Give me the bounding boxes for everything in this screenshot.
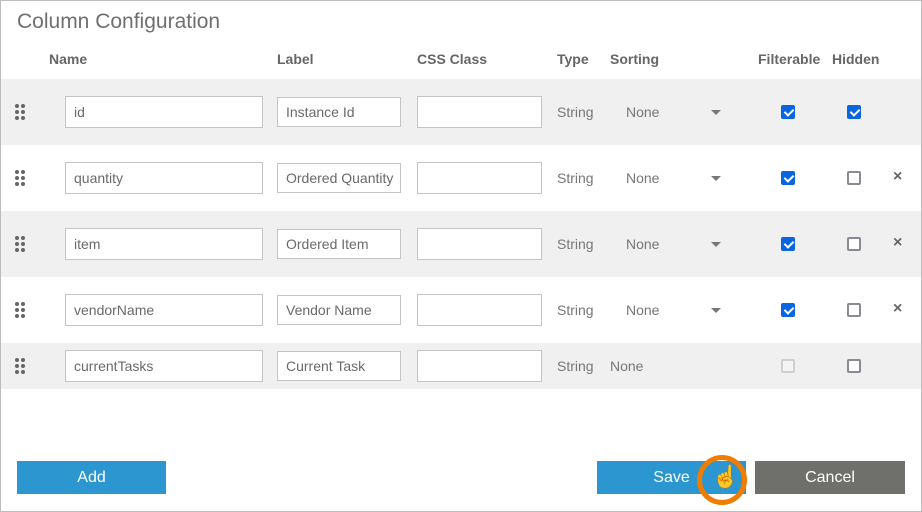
close-icon[interactable]: × xyxy=(893,300,902,318)
cancel-button[interactable]: Cancel xyxy=(755,461,905,494)
css-class-input[interactable] xyxy=(417,294,542,326)
drag-handle-icon[interactable] xyxy=(15,104,25,120)
header-sorting: Sorting xyxy=(610,51,659,67)
css-class-input[interactable] xyxy=(417,162,542,194)
hidden-checkbox[interactable] xyxy=(847,237,861,251)
css-class-input[interactable] xyxy=(417,228,542,260)
hand-cursor-icon: ☝ xyxy=(712,464,740,489)
filterable-checkbox xyxy=(781,359,795,373)
close-icon[interactable]: × xyxy=(893,234,902,252)
table-row: quantity Ordered Quantity String None × xyxy=(1,145,921,211)
chevron-down-icon[interactable] xyxy=(711,308,721,313)
filterable-checkbox[interactable] xyxy=(781,171,795,185)
label-input[interactable]: Ordered Quantity xyxy=(277,163,401,193)
chevron-down-icon[interactable] xyxy=(711,110,721,115)
sorting-select[interactable]: None xyxy=(626,235,659,253)
filterable-checkbox[interactable] xyxy=(781,237,795,251)
label-input[interactable]: Ordered Item xyxy=(277,229,401,259)
drag-handle-icon[interactable] xyxy=(15,358,25,374)
filterable-checkbox[interactable] xyxy=(781,303,795,317)
chevron-down-icon[interactable] xyxy=(711,242,721,247)
label-input[interactable]: Instance Id xyxy=(277,97,401,127)
hidden-checkbox[interactable] xyxy=(847,359,861,373)
css-class-input[interactable] xyxy=(417,350,542,382)
type-value: String xyxy=(557,358,594,374)
type-value: String xyxy=(557,302,594,318)
header-label: Label xyxy=(277,51,314,67)
name-input[interactable]: id xyxy=(65,96,263,128)
sorting-value: None xyxy=(610,358,644,374)
name-input[interactable]: vendorName xyxy=(65,294,263,326)
label-input[interactable]: Vendor Name xyxy=(277,295,401,325)
type-value: String xyxy=(557,236,594,252)
name-input[interactable]: currentTasks xyxy=(65,350,263,382)
filterable-checkbox[interactable] xyxy=(781,105,795,119)
hidden-checkbox[interactable] xyxy=(847,105,861,119)
drag-handle-icon[interactable] xyxy=(15,236,25,252)
type-value: String xyxy=(557,170,594,186)
hidden-checkbox[interactable] xyxy=(847,303,861,317)
header-hidden: Hidden xyxy=(832,51,880,67)
dialog-title: Column Configuration xyxy=(17,10,221,33)
table-row: id Instance Id String None xyxy=(1,79,921,145)
table-row: currentTasks Current Task String None xyxy=(1,343,921,389)
add-button[interactable]: Add xyxy=(17,461,166,494)
type-value: String xyxy=(557,104,594,120)
drag-handle-icon[interactable] xyxy=(15,170,25,186)
sorting-select[interactable]: None xyxy=(626,301,659,319)
css-class-input[interactable] xyxy=(417,96,542,128)
sorting-select[interactable]: None xyxy=(626,169,659,187)
close-icon[interactable]: × xyxy=(893,168,902,186)
hidden-checkbox[interactable] xyxy=(847,171,861,185)
label-input[interactable]: Current Task xyxy=(277,351,401,381)
header-filterable: Filterable xyxy=(758,51,821,67)
table-row: item Ordered Item String None × xyxy=(1,211,921,277)
chevron-down-icon[interactable] xyxy=(711,176,721,181)
name-input[interactable]: quantity xyxy=(65,162,263,194)
name-input[interactable]: item xyxy=(65,228,263,260)
header-type: Type xyxy=(557,51,589,67)
header-name: Name xyxy=(49,51,88,67)
sorting-select[interactable]: None xyxy=(626,103,659,121)
header-css-class: CSS Class xyxy=(417,51,488,67)
drag-handle-icon[interactable] xyxy=(15,302,25,318)
table-row: vendorName Vendor Name String None × xyxy=(1,277,921,343)
